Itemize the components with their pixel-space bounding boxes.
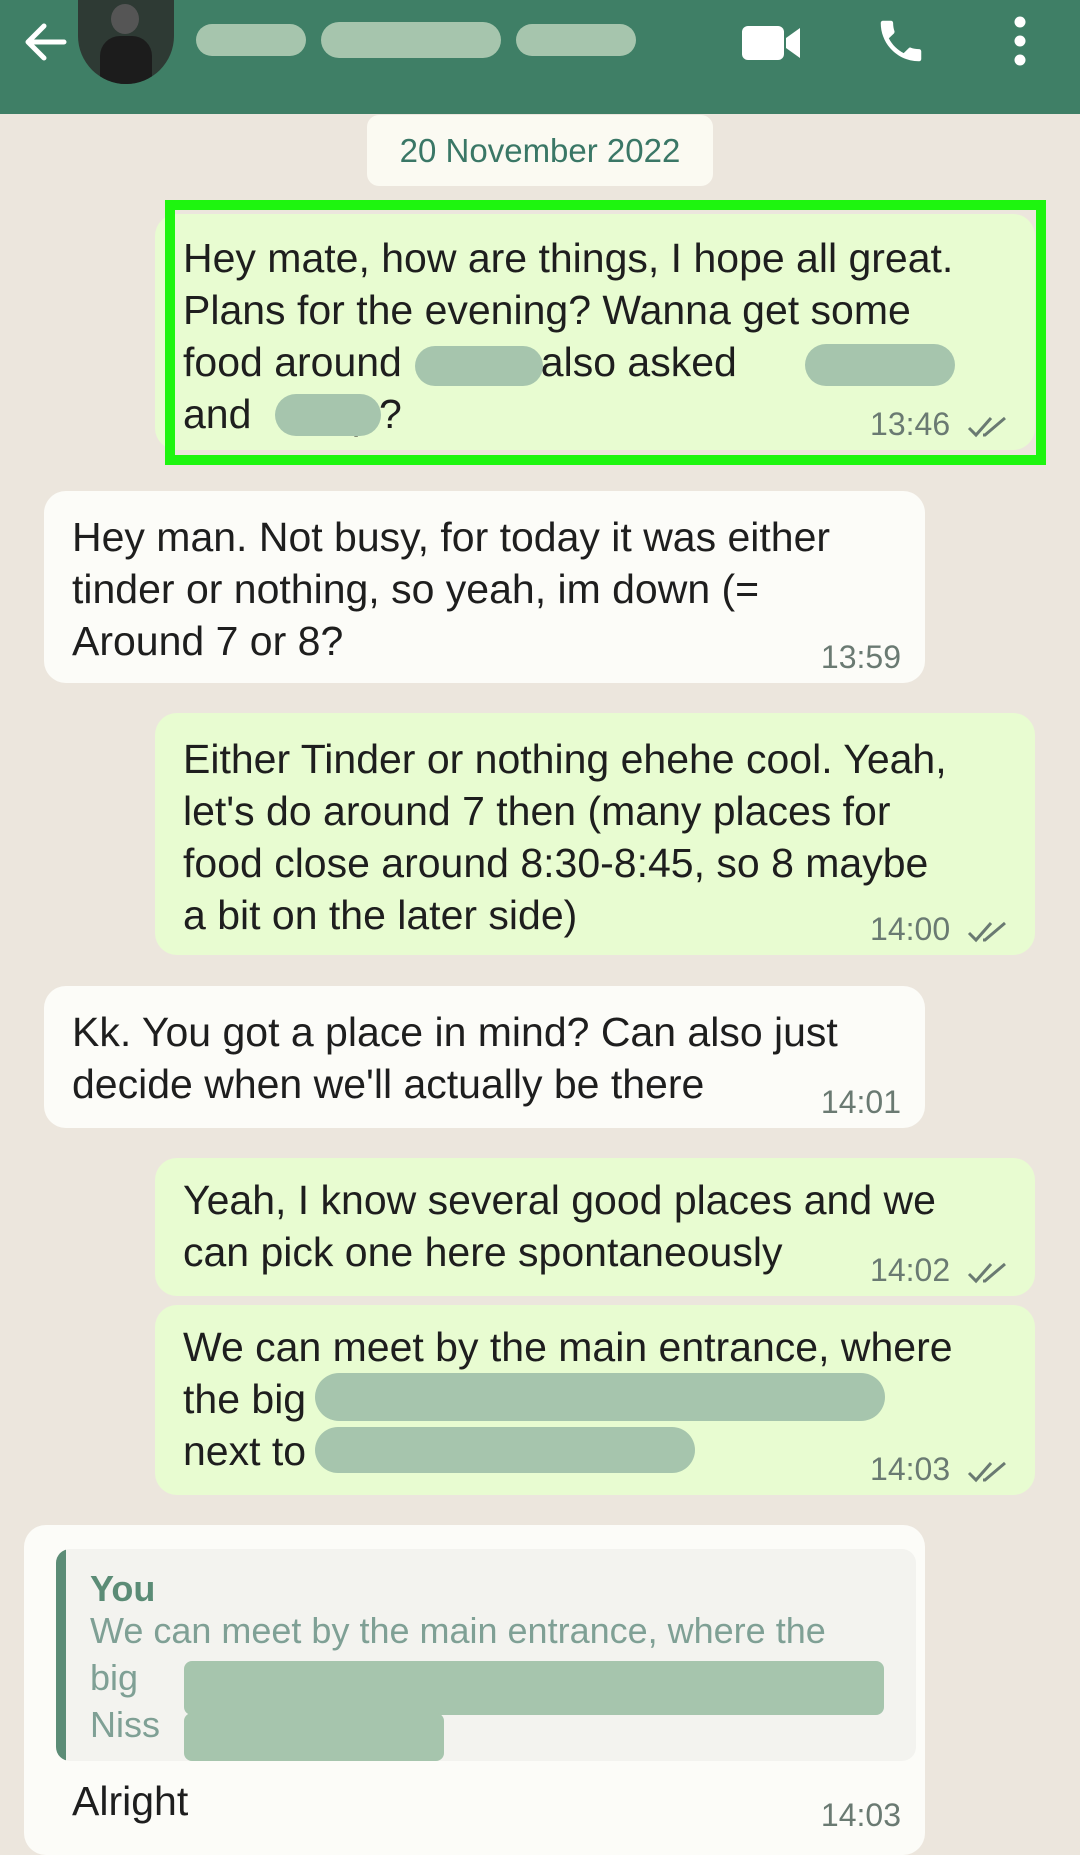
message-time: 14:00 bbox=[870, 911, 951, 947]
double-check-icon bbox=[967, 921, 1006, 942]
message-time: 14:01 bbox=[820, 1084, 901, 1120]
video-call-icon[interactable] bbox=[740, 20, 804, 66]
message-text: Hey man. Not busy, for today it was eith… bbox=[72, 514, 831, 664]
redaction bbox=[184, 1713, 444, 1761]
phone-icon[interactable] bbox=[874, 14, 928, 68]
message-meta: 14:02 bbox=[870, 1252, 1011, 1288]
redaction bbox=[315, 1373, 885, 1421]
back-arrow-icon[interactable] bbox=[20, 16, 72, 68]
double-check-icon bbox=[967, 1461, 1006, 1482]
contact-avatar[interactable] bbox=[78, 0, 174, 84]
message-meta: 14:00 bbox=[870, 911, 1011, 947]
date-chip: 20 November 2022 bbox=[367, 115, 713, 186]
message-bubble-outgoing[interactable]: Yeah, I know several good places and we … bbox=[155, 1158, 1035, 1296]
quoted-message[interactable]: You We can meet by the main entrance, wh… bbox=[56, 1549, 916, 1761]
message-time: 13:46 bbox=[870, 406, 951, 442]
message-bubble-outgoing[interactable]: Hey mate, how are things, I hope all gre… bbox=[155, 214, 1035, 450]
message-time: 14:02 bbox=[870, 1252, 951, 1288]
message-bubble-outgoing[interactable]: We can meet by the main entrance, where … bbox=[155, 1305, 1035, 1495]
double-check-icon bbox=[967, 416, 1006, 437]
more-vertical-icon[interactable] bbox=[1004, 14, 1036, 68]
message-meta: 14:03 bbox=[870, 1451, 1011, 1487]
double-check-icon bbox=[967, 1262, 1006, 1283]
quote-bar bbox=[56, 1549, 66, 1761]
message-time: 14:03 bbox=[820, 1797, 901, 1833]
message-meta: 13:46 bbox=[870, 406, 1011, 442]
message-bubble-outgoing[interactable]: Either Tinder or nothing ehehe cool. Yea… bbox=[155, 713, 1035, 955]
message-text: Alright bbox=[72, 1778, 189, 1824]
redaction bbox=[184, 1661, 884, 1715]
redaction bbox=[275, 394, 381, 436]
message-text: Either Tinder or nothing ehehe cool. Yea… bbox=[183, 736, 947, 938]
message-time: 14:03 bbox=[870, 1451, 951, 1487]
redaction bbox=[415, 346, 543, 386]
message-bubble-incoming[interactable]: Kk. You got a place in mind? Can also ju… bbox=[44, 986, 925, 1128]
message-time: 13:59 bbox=[820, 639, 901, 675]
message-text: Kk. You got a place in mind? Can also ju… bbox=[72, 1009, 838, 1107]
message-bubble-incoming[interactable]: You We can meet by the main entrance, wh… bbox=[24, 1525, 925, 1855]
redaction bbox=[315, 1427, 695, 1473]
redaction bbox=[805, 344, 955, 386]
chat-header bbox=[0, 0, 1080, 114]
contact-name-redacted[interactable] bbox=[196, 14, 636, 66]
message-bubble-incoming[interactable]: Hey man. Not busy, for today it was eith… bbox=[44, 491, 925, 683]
